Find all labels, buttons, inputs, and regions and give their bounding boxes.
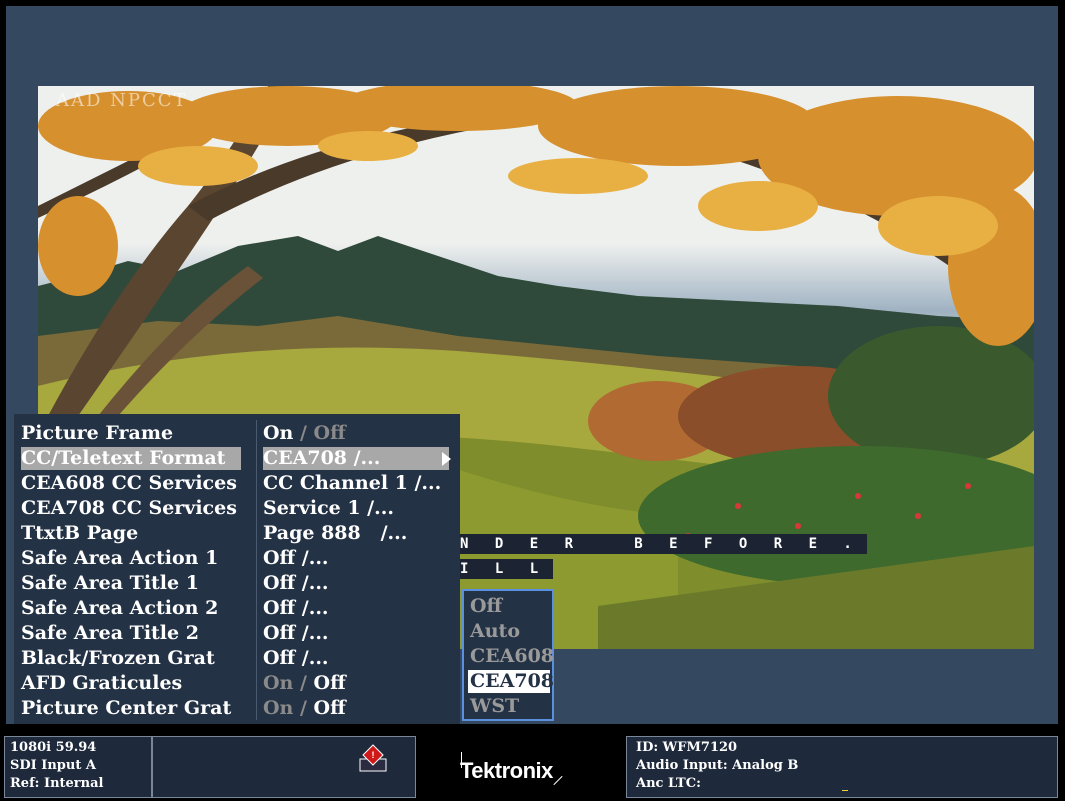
menu-row-safe-area-title-2[interactable]: Safe Area Title 2 Off /...	[14, 621, 460, 646]
status-bar: 1080i 59.94 SDI Input A Ref: Internal ! …	[0, 726, 1065, 801]
menu-row-label: CEA708 CC Services	[21, 497, 237, 519]
menu-row-value[interactable]: Service 1 /...	[263, 497, 394, 520]
menu-row-black-frozen-grat[interactable]: Black/Frozen Grat Off /...	[14, 646, 460, 671]
menu-row-ttxtb-page[interactable]: TtxtB Page Page 888 /...	[14, 521, 460, 546]
caption-line-2: I L L	[454, 559, 554, 579]
dropdown-option-cea708[interactable]: CEA708	[468, 670, 554, 693]
value-on[interactable]: On	[263, 422, 293, 444]
menu-row-label: TtxtB Page	[21, 522, 139, 544]
menu-row-label: Safe Area Action 1	[21, 547, 219, 569]
alarm-panel: !	[152, 736, 416, 798]
menu-row-label: CC/Teletext Format	[21, 447, 241, 470]
value-separator: /	[293, 697, 314, 719]
anc-ltc: Anc LTC:	[636, 776, 701, 791]
audio-input: Audio Input: Analog B	[636, 758, 799, 773]
menu-row-label: Picture Frame	[21, 422, 174, 444]
menu-row-cc-teletext-format[interactable]: CC/Teletext Format CEA708 /...	[14, 446, 460, 471]
ltc-cursor	[842, 790, 848, 791]
value-off[interactable]: Off	[314, 697, 346, 719]
menu-row-label: Black/Frozen Grat	[21, 647, 215, 669]
menu-row-value[interactable]: On / Off	[263, 672, 346, 695]
menu-row-label: Safe Area Title 2	[21, 622, 199, 644]
logo-slash	[553, 775, 563, 786]
reference-source: Ref: Internal	[10, 776, 104, 791]
submenu-arrow-icon	[442, 452, 451, 466]
monitor-screen: AAD NPCCT N D E R B E F O R E . I L L Pi…	[6, 6, 1058, 724]
value-separator: /	[293, 672, 314, 694]
value-off[interactable]: Off	[314, 422, 346, 444]
picture-settings-menu: Picture Frame On / Off CC/Teletext Forma…	[14, 414, 460, 724]
signal-info-panel: 1080i 59.94 SDI Input A Ref: Internal	[4, 736, 152, 798]
menu-row-label: Picture Center Grat	[21, 697, 232, 719]
menu-row-value[interactable]: CC Channel 1 /...	[263, 472, 441, 495]
menu-row-value[interactable]: Off /...	[263, 647, 329, 670]
cc-format-dropdown[interactable]: Off Auto CEA608 CEA708 WST	[462, 589, 554, 721]
caption-overlay-top: AAD NPCCT	[56, 90, 188, 111]
menu-row-safe-area-action-2[interactable]: Safe Area Action 2 Off /...	[14, 596, 460, 621]
value-on[interactable]: On	[263, 697, 293, 719]
menu-row-label: Safe Area Action 2	[21, 597, 219, 619]
menu-row-value[interactable]: On / Off	[263, 422, 346, 445]
menu-row-value[interactable]: Off /...	[263, 547, 329, 570]
menu-row-label: AFD Graticules	[21, 672, 183, 694]
caption-line-1: N D E R B E F O R E .	[454, 534, 867, 554]
value-off[interactable]: Off	[314, 672, 346, 694]
menu-row-cea708-cc-services[interactable]: CEA708 CC Services Service 1 /...	[14, 496, 460, 521]
menu-row-value[interactable]: Page 888 /...	[263, 522, 407, 545]
warning-diamond-icon: !	[359, 744, 387, 772]
menu-row-picture-center-grat[interactable]: Picture Center Grat On / Off	[14, 696, 460, 721]
dropdown-option-off[interactable]: Off	[468, 595, 550, 618]
menu-row-safe-area-action-1[interactable]: Safe Area Action 1 Off /...	[14, 546, 460, 571]
menu-row-value[interactable]: On / Off	[263, 697, 346, 720]
device-id: ID: WFM7120	[636, 740, 738, 755]
menu-row-afd-graticules[interactable]: AFD Graticules On / Off	[14, 671, 460, 696]
svg-text:!: !	[372, 750, 375, 760]
menu-row-label: CEA608 CC Services	[21, 472, 237, 494]
menu-row-picture-frame[interactable]: Picture Frame On / Off	[14, 421, 460, 446]
menu-row-cea608-cc-services[interactable]: CEA608 CC Services CC Channel 1 /...	[14, 471, 460, 496]
device-info-panel: ID: WFM7120 Audio Input: Analog B Anc LT…	[626, 736, 1058, 798]
dropdown-option-wst[interactable]: WST	[468, 695, 550, 718]
dropdown-option-auto[interactable]: Auto	[468, 620, 550, 643]
menu-row-value[interactable]: Off /...	[263, 622, 329, 645]
value-separator: /	[293, 422, 314, 444]
value-on[interactable]: On	[263, 672, 293, 694]
video-input: SDI Input A	[10, 758, 96, 773]
menu-row-value[interactable]: Off /...	[263, 597, 329, 620]
menu-row-value[interactable]: Off /...	[263, 572, 329, 595]
menu-row-safe-area-title-1[interactable]: Safe Area Title 1 Off /...	[14, 571, 460, 596]
tektronix-logo: Tektronix	[460, 758, 553, 783]
video-format: 1080i 59.94	[10, 740, 97, 755]
menu-row-value[interactable]: CEA708 /...	[263, 447, 449, 470]
dropdown-option-cea608[interactable]: CEA608	[468, 645, 554, 668]
menu-row-label: Safe Area Title 1	[21, 572, 199, 594]
